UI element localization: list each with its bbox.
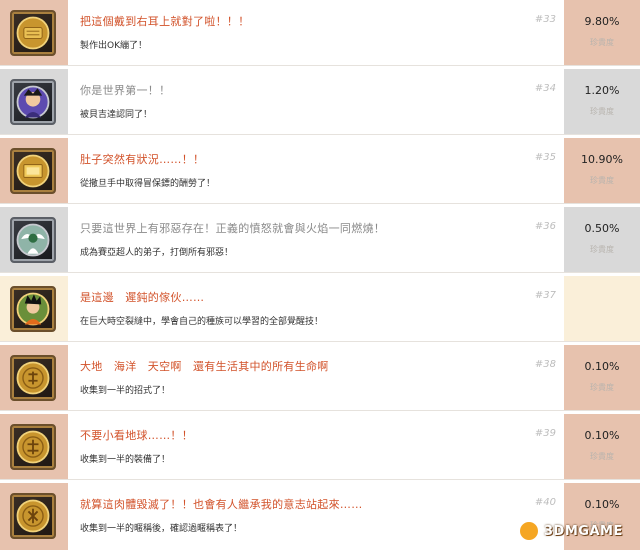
rarity-percent: 0.10%	[584, 360, 620, 373]
achievement-number: #39	[534, 428, 556, 439]
achievement-title: 就算這肉體毀滅了！！也會有人繼承我的意志站起來……	[80, 498, 363, 511]
icon-cell	[0, 414, 68, 479]
achievement-row[interactable]: 只要這世界上有邪惡存在！正義的憤怒就會與火焰一同燃燒！ 成為賽亞超人的弟子，打倒…	[0, 207, 640, 273]
rarity-cell	[564, 276, 640, 341]
achievement-row[interactable]: 你是世界第一！！ 被貝吉達認同了！ #34 1.20% 珍貴度	[0, 69, 640, 135]
achievement-row[interactable]: 是這邊 遲鈍的傢伙…… 在巨大時空裂縫中，學會自己的種族可以學習的全部覺醒技！ …	[0, 276, 640, 342]
achievement-description: 從撒旦手中取得冒保鏢的酬勞了！	[80, 179, 216, 189]
site-watermark: 3DMGAME	[518, 518, 640, 548]
rarity-percent: 9.80%	[584, 15, 620, 28]
gold-coin-icon	[10, 355, 56, 401]
achievement-number: #33	[534, 14, 556, 25]
rarity-cell: 0.10% 珍貴度	[564, 345, 640, 410]
rarity-label: 珍貴度	[590, 383, 614, 392]
rarity-cell: 1.20% 珍貴度	[564, 69, 640, 134]
achievement-number: #34	[534, 83, 556, 94]
rarity-label: 珍貴度	[590, 452, 614, 461]
achievement-title: 是這邊 遲鈍的傢伙……	[80, 291, 205, 304]
icon-cell	[0, 345, 68, 410]
icon-cell	[0, 138, 68, 203]
angel-figure-icon	[10, 217, 56, 263]
achievement-description: 成為賽亞超人的弟子，打倒所有邪惡！	[80, 248, 234, 258]
icon-cell	[0, 276, 68, 341]
achievement-list: 把這個戴到右耳上就對了啦！！！ 製作出OK繃了！ #33 9.80% 珍貴度 你…	[0, 0, 640, 550]
achievement-title: 肚子突然有狀況……！！	[80, 153, 205, 166]
achievement-number: #37	[534, 290, 556, 301]
achievement-description: 收集到一半的暱稱後，確認過暱稱表了！	[80, 524, 243, 534]
rarity-percent: 10.90%	[581, 153, 623, 166]
achievement-description: 在巨大時空裂縫中，學會自己的種族可以學習的全部覺醒技！	[80, 317, 324, 327]
rarity-percent: 1.20%	[584, 84, 620, 97]
achievement-row[interactable]: 大地 海洋 天空啊 還有生活其中的所有生命啊 收集到一半的招式了！ #38 0.…	[0, 345, 640, 411]
achievement-number: #40	[534, 497, 556, 508]
achievement-description: 製作出OK繃了！	[80, 41, 147, 51]
achievement-number: #35	[534, 152, 556, 163]
goku-portrait-icon	[10, 286, 56, 332]
achievement-description: 被貝吉達認同了！	[80, 110, 153, 120]
achievement-title: 把這個戴到右耳上就對了啦！！！	[80, 15, 250, 28]
icon-cell	[0, 483, 68, 550]
rarity-cell: 9.80% 珍貴度	[564, 0, 640, 65]
achievement-row[interactable]: 肚子突然有狀況……！！ 從撒旦手中取得冒保鏢的酬勞了！ #35 10.90% 珍…	[0, 138, 640, 204]
gold-treasure-icon	[10, 148, 56, 194]
achievement-title: 你是世界第一！！	[80, 84, 171, 97]
mascot-icon	[518, 520, 540, 542]
icon-cell	[0, 207, 68, 272]
achievement-description: 收集到一半的裝備了！	[80, 455, 171, 465]
icon-cell	[0, 69, 68, 134]
rarity-label: 珍貴度	[590, 245, 614, 254]
achievement-description: 收集到一半的招式了！	[80, 386, 171, 396]
watermark-text: 3DMGAME	[544, 524, 623, 539]
achievement-title: 只要這世界上有邪惡存在！正義的憤怒就會與火焰一同燃燒！	[80, 222, 386, 235]
achievement-title: 大地 海洋 天空啊 還有生活其中的所有生命啊	[80, 360, 329, 373]
achievement-number: #36	[534, 221, 556, 232]
fighter-portrait-icon	[10, 79, 56, 125]
icon-cell	[0, 0, 68, 65]
rarity-percent: 0.10%	[584, 498, 620, 511]
achievement-title: 不要小看地球……！！	[80, 429, 193, 442]
rarity-cell: 0.10% 珍貴度	[564, 414, 640, 479]
rarity-label: 珍貴度	[590, 38, 614, 47]
rarity-cell: 10.90% 珍貴度	[564, 138, 640, 203]
rarity-percent: 0.50%	[584, 222, 620, 235]
rarity-label: 珍貴度	[590, 107, 614, 116]
gold-ticket-icon	[10, 10, 56, 56]
achievement-row[interactable]: 把這個戴到右耳上就對了啦！！！ 製作出OK繃了！ #33 9.80% 珍貴度	[0, 0, 640, 66]
gold-coin-icon	[10, 424, 56, 470]
rarity-percent: 0.10%	[584, 429, 620, 442]
gold-coin-icon	[10, 493, 56, 539]
rarity-cell: 0.50% 珍貴度	[564, 207, 640, 272]
achievement-number: #38	[534, 359, 556, 370]
rarity-label: 珍貴度	[590, 176, 614, 185]
achievement-row[interactable]: 不要小看地球……！！ 收集到一半的裝備了！ #39 0.10% 珍貴度	[0, 414, 640, 480]
